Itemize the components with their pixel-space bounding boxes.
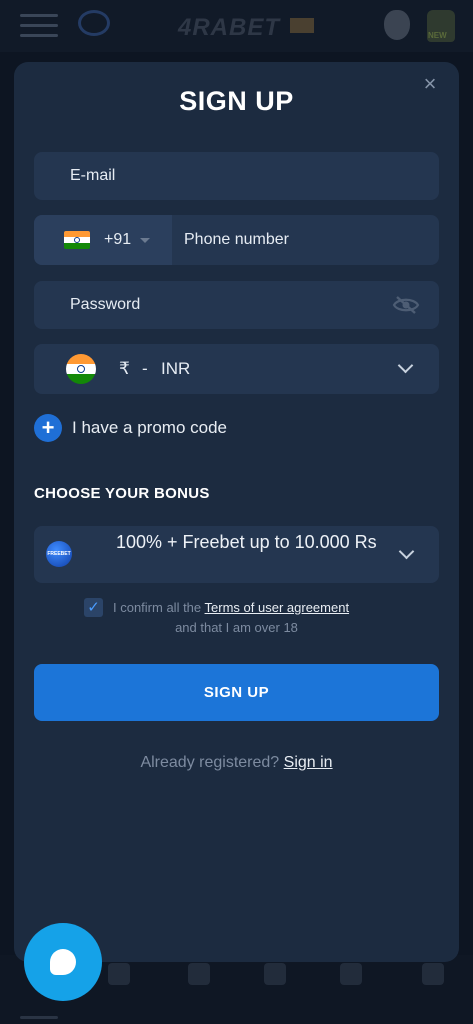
country-code-selector[interactable]: +91	[34, 215, 172, 265]
signup-modal: × SIGN UP E-mail +91 Phone number Passwo…	[14, 62, 459, 962]
phone-field[interactable]: +91 Phone number	[34, 215, 439, 265]
email-field[interactable]: E-mail	[34, 152, 439, 200]
android-icon[interactable]: NEW	[427, 10, 455, 42]
app-logo: 4RABET	[178, 14, 281, 41]
modal-title: SIGN UP	[179, 86, 294, 116]
password-field[interactable]: Password	[34, 281, 439, 329]
apple-icon[interactable]	[384, 10, 410, 40]
promo-code-toggle[interactable]: I have a promo code	[72, 418, 227, 438]
agreement-prefix: I confirm all the	[113, 600, 202, 615]
signup-button[interactable]: SIGN UP	[34, 664, 439, 721]
nav-sports-icon[interactable]	[108, 963, 130, 985]
bonus-heading: CHOOSE YOUR BONUS	[34, 485, 210, 502]
india-round-flag-icon	[66, 354, 96, 384]
bonus-selected-label: 100% + Freebet up to 10.000 Rs	[116, 532, 377, 552]
freebet-badge-icon: FREEBET	[46, 541, 72, 567]
nav-live-casino-icon[interactable]	[264, 963, 286, 985]
eye-slash-icon[interactable]	[392, 295, 420, 315]
home-indicator	[20, 1016, 58, 1019]
chat-button[interactable]	[24, 923, 102, 1001]
phone-placeholder: Phone number	[184, 231, 289, 248]
agreement-checkbox[interactable]: ✓	[84, 598, 103, 617]
nav-casino-icon[interactable]	[188, 963, 210, 985]
agreement-age-text: and that I am over 18	[175, 620, 298, 635]
nav-bonuses-icon[interactable]	[422, 963, 444, 985]
currency-select[interactable]: ₹ - INR	[34, 344, 439, 394]
chevron-down-icon	[397, 357, 414, 374]
agreement-text: I confirm all the Terms of user agreemen…	[113, 600, 349, 615]
email-placeholder: E-mail	[70, 167, 116, 184]
chevron-down-icon	[398, 543, 415, 560]
support-icon[interactable]	[78, 10, 110, 36]
country-code: +91	[104, 231, 132, 248]
plus-icon[interactable]: +	[34, 414, 62, 442]
nav-promo-icon[interactable]	[340, 963, 362, 985]
menu-icon[interactable]	[20, 14, 58, 38]
already-registered-text: Already registered?	[140, 754, 280, 771]
signin-link[interactable]: Sign in	[284, 754, 333, 771]
currency-code: INR	[161, 359, 191, 378]
caret-down-icon	[140, 238, 150, 243]
india-flag-icon	[64, 231, 90, 249]
password-placeholder: Password	[70, 296, 141, 313]
flag-icon	[290, 18, 314, 33]
chat-bubble-icon	[50, 949, 76, 975]
currency-separator: -	[142, 359, 148, 378]
currency-symbol: ₹	[119, 359, 130, 378]
app-header: 4RABET NEW	[0, 0, 473, 52]
already-registered: Already registered? Sign in	[14, 754, 459, 772]
terms-link[interactable]: Terms of user agreement	[205, 600, 350, 615]
